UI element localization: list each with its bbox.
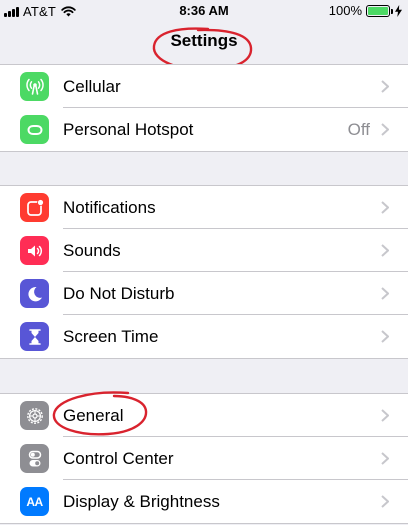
- row-label: Personal Hotspot: [63, 120, 194, 139]
- row-label: Notifications: [63, 198, 156, 217]
- text-size-icon: AA: [20, 487, 49, 516]
- chevron-right-icon: [381, 201, 389, 214]
- chevron-right-icon: [381, 287, 389, 300]
- status-right: 100%: [329, 3, 402, 18]
- row-label: Do Not Disturb: [63, 284, 175, 303]
- chevron-right-icon: [381, 495, 389, 508]
- settings-group-alerts: Notifications Sounds Do Not Disturb Scre…: [0, 185, 408, 359]
- row-cellular[interactable]: Cellular: [0, 65, 408, 108]
- gear-icon: [20, 401, 49, 430]
- row-sounds[interactable]: Sounds: [0, 229, 408, 272]
- hotspot-status-value: Off: [347, 120, 370, 139]
- row-label: Screen Time: [63, 327, 159, 346]
- charging-bolt-icon: [395, 4, 402, 17]
- chevron-right-icon: [381, 244, 389, 257]
- cellular-antenna-icon: [20, 72, 49, 101]
- row-personal-hotspot[interactable]: Personal Hotspot Off: [0, 108, 408, 151]
- settings-screen: AT&T 8:36 AM 100% Settings Cellular Pers…: [0, 0, 408, 525]
- row-label: Control Center: [63, 449, 174, 468]
- row-notifications[interactable]: Notifications: [0, 186, 408, 229]
- row-do-not-disturb[interactable]: Do Not Disturb: [0, 272, 408, 315]
- battery-tip: [391, 8, 393, 14]
- battery-percent: 100%: [328, 3, 362, 18]
- chevron-right-icon: [381, 452, 389, 465]
- chevron-right-icon: [381, 80, 389, 93]
- row-display-brightness[interactable]: AA Display & Brightness: [0, 480, 408, 523]
- speaker-icon: [20, 236, 49, 265]
- chevron-right-icon: [381, 409, 389, 422]
- battery-fill: [368, 6, 388, 15]
- row-label: Sounds: [63, 241, 121, 260]
- toggles-icon: [20, 444, 49, 473]
- moon-icon: [20, 279, 49, 308]
- row-label: Cellular: [63, 77, 121, 96]
- row-label: Display & Brightness: [63, 492, 220, 511]
- annotation-circle-general: [52, 391, 148, 436]
- battery-icon: [366, 4, 393, 17]
- row-screen-time[interactable]: Screen Time: [0, 315, 408, 358]
- status-bar: AT&T 8:36 AM 100%: [0, 0, 408, 22]
- text-size-glyph: AA: [26, 494, 43, 509]
- chevron-right-icon: [381, 123, 389, 136]
- chevron-right-icon: [381, 330, 389, 343]
- settings-group-connectivity: Cellular Personal Hotspot Off: [0, 64, 408, 152]
- hourglass-icon: [20, 322, 49, 351]
- hotspot-link-icon: [20, 115, 49, 144]
- row-control-center[interactable]: Control Center: [0, 437, 408, 480]
- notifications-icon: [20, 193, 49, 222]
